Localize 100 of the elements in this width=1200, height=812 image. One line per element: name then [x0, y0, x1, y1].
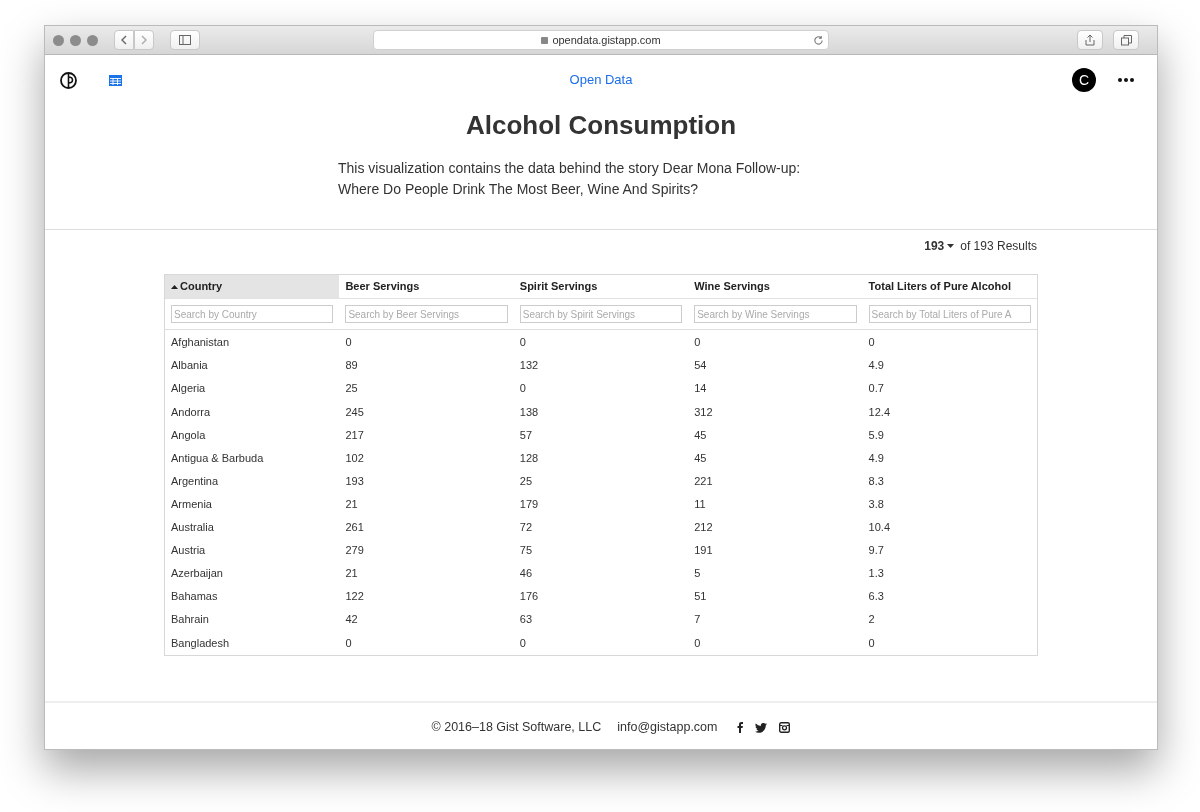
- table-cell-text: Andorra: [170, 404, 212, 420]
- table-cell-text: 261: [344, 520, 365, 536]
- table-cell-text: 179: [518, 496, 540, 512]
- table-cell-text: 138: [518, 404, 540, 420]
- table-cell-text: 312: [693, 404, 714, 420]
- table-cell-text: 7: [693, 612, 702, 628]
- maximize-window-icon[interactable]: [87, 34, 98, 46]
- table-cell-text: 245: [344, 404, 365, 420]
- nav-title-link[interactable]: Open Data: [569, 70, 633, 90]
- table-cell-text: Austria: [170, 543, 207, 559]
- tabs-icon: [1120, 34, 1132, 46]
- logo-icon[interactable]: [60, 71, 77, 89]
- more-icon[interactable]: [1118, 78, 1134, 82]
- instagram-icon[interactable]: [779, 722, 791, 734]
- table-cell-text: 0.7: [867, 381, 885, 397]
- table-cell-text: 54: [693, 358, 708, 374]
- sidebar-button[interactable]: [170, 30, 200, 50]
- twitter-icon[interactable]: [755, 722, 768, 733]
- column-header[interactable]: Beer Servings: [339, 275, 514, 298]
- table-cell-text: 1.3: [867, 566, 885, 582]
- table-cell-text: 3.8: [867, 496, 885, 512]
- table-cell-text: 10.4: [867, 520, 891, 536]
- avatar[interactable]: C: [1072, 68, 1096, 92]
- table-cell-text: Antigua & Barbuda: [170, 450, 265, 466]
- table-cell-text: 12.4: [867, 404, 891, 420]
- share-icon: [1085, 34, 1095, 46]
- column-header[interactable]: Spirit Servings: [513, 275, 689, 298]
- table-icon[interactable]: [109, 74, 122, 86]
- table-cell-text: 132: [518, 358, 540, 374]
- table-cell-text: Angola: [170, 427, 207, 443]
- table-cell-text: 0: [518, 335, 527, 351]
- table-cell-text: 191: [693, 543, 714, 559]
- table-cell-text: Argentina: [170, 473, 220, 489]
- table-cell-text: 42: [344, 612, 359, 628]
- search-field[interactable]: Search by Spirit Servings: [519, 305, 683, 323]
- page-size-dropdown[interactable]: 193: [924, 237, 955, 255]
- table-cell-text: 0: [693, 335, 702, 351]
- email-link[interactable]: info@gistapp.com: [617, 718, 718, 738]
- table-cell-text: 9.7: [867, 543, 885, 559]
- page-title: Alcohol Consumption: [464, 109, 738, 142]
- table-cell-text: 21: [344, 566, 359, 582]
- table-cell-text: 8.3: [867, 473, 885, 489]
- sidebar-icon: [179, 35, 191, 45]
- table-cell-text: 128: [518, 450, 540, 466]
- table-cell-text: 4.9: [867, 450, 885, 466]
- results-count: of 193 Results: [960, 238, 1037, 255]
- table-cell-text: 46: [518, 566, 534, 582]
- table-cell-text: 11: [693, 496, 707, 512]
- table-cell-text: 45: [693, 427, 708, 443]
- search-field[interactable]: Search by Country: [171, 305, 334, 323]
- table-cell-text: 0: [344, 635, 353, 651]
- column-header[interactable]: Country: [165, 275, 340, 298]
- table-cell-text: Bahrain: [170, 612, 210, 628]
- sort-ascending-icon: [171, 284, 178, 289]
- chevron-left-icon: [120, 35, 128, 45]
- table-cell-text: 45: [693, 450, 708, 466]
- table-cell-text: 0: [518, 635, 527, 651]
- search-field[interactable]: Search by Wine Servings: [694, 305, 857, 323]
- table-cell-text: 217: [344, 427, 365, 443]
- copyright-text: © 2016–18 Gist Software, LLC: [431, 719, 602, 737]
- table-cell-text: 102: [344, 450, 365, 466]
- table-cell-text: Afghanistan: [170, 335, 231, 351]
- table-cell-text: 0: [867, 635, 876, 651]
- table-cell-text: Armenia: [170, 496, 213, 512]
- column-header[interactable]: Total Liters of Pure Alcohol: [862, 275, 1037, 298]
- table-cell-text: 176: [518, 589, 540, 605]
- table-cell-text: 72: [518, 520, 534, 536]
- table-cell-text: 51: [693, 589, 708, 605]
- search-field[interactable]: Search by Beer Servings: [345, 305, 508, 323]
- table-cell-text: Albania: [170, 358, 209, 374]
- table-cell-text: 0: [518, 381, 527, 397]
- address-bar[interactable]: opendata.gistapp.com: [373, 30, 829, 50]
- close-window-icon[interactable]: [53, 34, 64, 46]
- table-cell-text: 212: [693, 520, 714, 536]
- back-button[interactable]: [114, 30, 134, 50]
- table-cell-text: 57: [518, 427, 534, 443]
- table-cell-text: Bahamas: [170, 589, 219, 605]
- lock-icon: [541, 36, 549, 44]
- table-cell-text: 0: [693, 635, 702, 651]
- table-cell-text: 25: [518, 473, 534, 489]
- table-cell-text: 5.9: [867, 427, 885, 443]
- reload-icon[interactable]: [813, 34, 824, 46]
- url-text: opendata.gistapp.com: [552, 32, 661, 48]
- table-cell-text: 122: [344, 589, 365, 605]
- table-cell-text: Bangladesh: [170, 635, 231, 651]
- table-cell-text: 4.9: [867, 358, 885, 374]
- search-field[interactable]: Search by Total Liters of Pure A: [868, 305, 1031, 323]
- table-cell-text: 89: [344, 358, 359, 374]
- facebook-icon[interactable]: [737, 722, 744, 734]
- table-cell-text: 75: [518, 543, 534, 559]
- minimize-window-icon[interactable]: [70, 34, 81, 46]
- table-cell-text: 0: [867, 335, 876, 351]
- table-cell-text: Azerbaijan: [170, 566, 224, 582]
- table-cell-text: 2: [867, 612, 876, 628]
- column-header[interactable]: Wine Servings: [688, 275, 863, 298]
- table-cell-text: 25: [344, 381, 359, 397]
- table-cell-text: Australia: [170, 520, 215, 536]
- table-cell-text: 221: [693, 473, 714, 489]
- table-cell-text: 21: [344, 496, 359, 512]
- tabs-button[interactable]: [1113, 30, 1139, 50]
